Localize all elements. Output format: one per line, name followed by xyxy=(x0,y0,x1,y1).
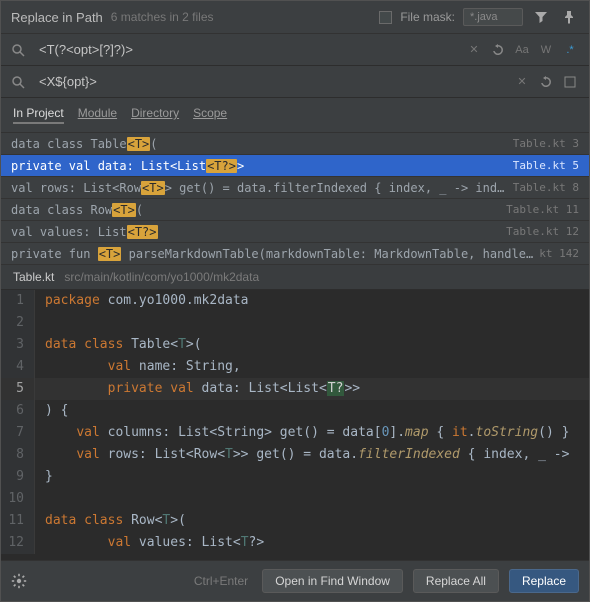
line-number: 1 xyxy=(1,290,35,312)
scope-tabs: In Project Module Directory Scope xyxy=(1,98,589,133)
dialog-title: Replace in Path xyxy=(11,10,103,25)
editor-line: 11data class Row<T>( xyxy=(1,510,589,532)
file-mask-label: File mask: xyxy=(400,10,455,24)
scope-tab-scope[interactable]: Scope xyxy=(193,106,227,124)
line-number: 5 xyxy=(1,378,35,400)
gear-icon[interactable] xyxy=(11,573,31,589)
clear-search-icon[interactable]: ✕ xyxy=(465,41,483,59)
filter-icon[interactable] xyxy=(531,7,551,27)
editor-line: 1package com.yo1000.mk2data xyxy=(1,290,589,312)
clear-replace-icon[interactable]: ✕ xyxy=(513,73,531,91)
scope-tab-module[interactable]: Module xyxy=(78,106,117,124)
result-row[interactable]: private val data: List<List<T?>>Table.kt… xyxy=(1,155,589,177)
result-row[interactable]: data class Table<T>(Table.kt 3 xyxy=(1,133,589,155)
editor-line: 4 val name: String, xyxy=(1,356,589,378)
editor-line: 5 private val data: List<List<T?>> xyxy=(1,378,589,400)
editor-line: 6) { xyxy=(1,400,589,422)
line-number: 3 xyxy=(1,334,35,356)
breadcrumb-path: src/main/kotlin/com/yo1000/mk2data xyxy=(64,270,259,284)
result-row[interactable]: val rows: List<Row<T>> get() = data.filt… xyxy=(1,177,589,199)
editor-line: 10 xyxy=(1,488,589,510)
search-icon xyxy=(11,43,31,57)
breadcrumb: Table.kt src/main/kotlin/com/yo1000/mk2d… xyxy=(1,265,589,290)
editor-line: 9} xyxy=(1,466,589,488)
replace-input[interactable] xyxy=(39,74,505,89)
scope-tab-in-project[interactable]: In Project xyxy=(13,106,64,124)
shortcut-hint: Ctrl+Enter xyxy=(194,574,248,588)
replace-history-icon[interactable] xyxy=(537,73,555,91)
file-mask-checkbox[interactable] xyxy=(379,11,392,24)
words-icon[interactable]: W xyxy=(537,41,555,59)
scope-tab-directory[interactable]: Directory xyxy=(131,106,179,124)
editor-line: 7 val columns: List<String> get() = data… xyxy=(1,422,589,444)
replace-all-button[interactable]: Replace All xyxy=(413,569,499,593)
replace-button[interactable]: Replace xyxy=(509,569,579,593)
file-mask-input[interactable] xyxy=(463,8,523,26)
editor-line: 8 val rows: List<Row<T>> get() = data.fi… xyxy=(1,444,589,466)
result-location: Table.kt 5 xyxy=(513,159,579,172)
preview-editor: 1package com.yo1000.mk2data23data class … xyxy=(1,290,589,560)
line-number: 4 xyxy=(1,356,35,378)
regex-icon[interactable]: .* xyxy=(561,41,579,59)
line-number: 2 xyxy=(1,312,35,334)
result-location: Table.kt 8 xyxy=(513,181,579,194)
search-input[interactable] xyxy=(39,42,457,57)
preserve-case-icon[interactable] xyxy=(561,73,579,91)
open-in-find-window-button[interactable]: Open in Find Window xyxy=(262,569,403,593)
editor-line: 3data class Table<T>( xyxy=(1,334,589,356)
line-number: 9 xyxy=(1,466,35,488)
match-count: 6 matches in 2 files xyxy=(111,10,214,24)
match-case-icon[interactable]: Aa xyxy=(513,41,531,59)
line-number: 6 xyxy=(1,400,35,422)
result-location: Table.kt 3 xyxy=(513,137,579,150)
editor-line: 12 val values: List<T?> xyxy=(1,532,589,554)
editor-line: 2 xyxy=(1,312,589,334)
result-location: Table.kt 11 xyxy=(506,203,579,216)
line-number: 7 xyxy=(1,422,35,444)
result-location: kt 142 xyxy=(539,247,579,260)
result-location: Table.kt 12 xyxy=(506,225,579,238)
result-row[interactable]: data class Row<T>(Table.kt 11 xyxy=(1,199,589,221)
line-number: 8 xyxy=(1,444,35,466)
result-row[interactable]: val values: List<T?>Table.kt 12 xyxy=(1,221,589,243)
history-icon[interactable] xyxy=(489,41,507,59)
line-number: 12 xyxy=(1,532,35,554)
result-row[interactable]: private fun <T> parseMarkdownTable(markd… xyxy=(1,243,589,265)
line-number: 11 xyxy=(1,510,35,532)
results-list: data class Table<T>(Table.kt 3private va… xyxy=(1,133,589,265)
replace-icon xyxy=(11,75,31,89)
pin-icon[interactable] xyxy=(559,7,579,27)
line-number: 10 xyxy=(1,488,35,510)
breadcrumb-file: Table.kt xyxy=(13,270,54,284)
